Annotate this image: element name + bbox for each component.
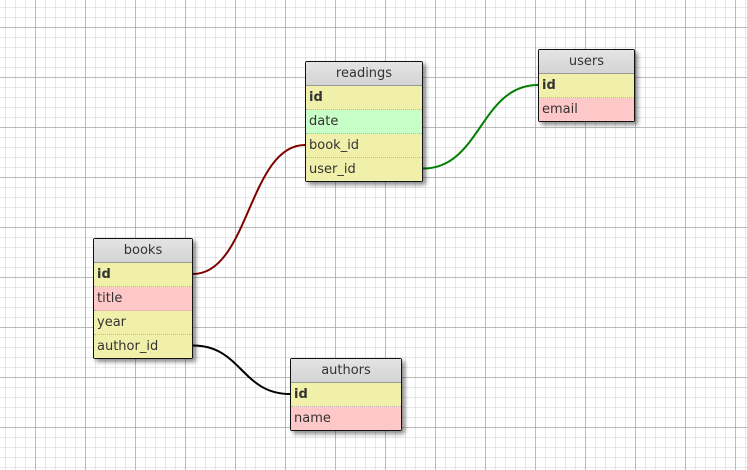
field-users-email[interactable]: email: [539, 98, 634, 121]
table-title[interactable]: readings: [306, 62, 422, 86]
field-books-title[interactable]: title: [94, 287, 192, 311]
field-users-id[interactable]: id: [539, 74, 634, 98]
table-title[interactable]: books: [94, 239, 192, 263]
field-readings-date[interactable]: date: [306, 110, 422, 134]
relation-readings-users: [422, 84, 539, 170]
field-books-author_id[interactable]: author_id: [94, 335, 192, 358]
diagram-canvas[interactable]: readings id date book_id user_id users i…: [0, 0, 747, 470]
field-books-year[interactable]: year: [94, 311, 192, 335]
table-readings[interactable]: readings id date book_id user_id: [305, 61, 423, 182]
table-authors[interactable]: authors id name: [290, 358, 402, 431]
field-books-id[interactable]: id: [94, 263, 192, 287]
field-authors-id[interactable]: id: [291, 383, 401, 407]
relation-books-readings: [192, 144, 306, 275]
field-readings-id[interactable]: id: [306, 86, 422, 110]
field-readings-book_id[interactable]: book_id: [306, 134, 422, 158]
table-title[interactable]: authors: [291, 359, 401, 383]
table-title[interactable]: users: [539, 50, 634, 74]
relation-books-authors: [192, 344, 291, 395]
table-users[interactable]: users id email: [538, 49, 635, 122]
table-books[interactable]: books id title year author_id: [93, 238, 193, 359]
field-authors-name[interactable]: name: [291, 407, 401, 430]
field-readings-user_id[interactable]: user_id: [306, 158, 422, 181]
